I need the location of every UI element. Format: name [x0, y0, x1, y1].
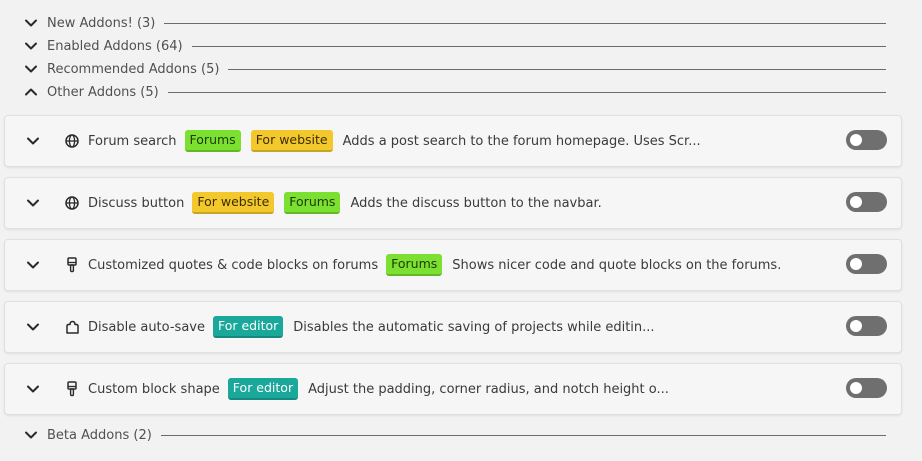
category-beta-addons[interactable]: Beta Addons (2): [24, 425, 886, 445]
chevron-down-icon: [24, 39, 38, 53]
addon-toggle[interactable]: [846, 316, 887, 336]
category-other-addons[interactable]: Other Addons (5): [24, 82, 886, 102]
toggle-knob: [850, 382, 862, 394]
globe-icon: [64, 195, 80, 211]
addon-description: Disables the automatic saving of project…: [293, 319, 655, 335]
addon-description: Adds the discuss button to the navbar.: [350, 195, 602, 211]
category-recommended-addons[interactable]: Recommended Addons (5): [24, 59, 886, 79]
chevron-down-icon[interactable]: [26, 320, 40, 334]
toggle-knob: [850, 320, 862, 332]
addon-name: Discuss button: [88, 195, 185, 211]
chevron-down-icon: [24, 16, 38, 30]
chevron-down-icon[interactable]: [26, 134, 40, 148]
addon-card-discuss-button: Discuss button For website Forums Adds t…: [4, 177, 902, 229]
toggle-knob: [850, 258, 862, 270]
addon-name: Custom block shape: [88, 381, 220, 397]
chevron-down-icon[interactable]: [26, 196, 40, 210]
addon-card-forum-search: Forum search Forums For website Adds a p…: [4, 115, 902, 167]
tag-for-editor: For editor: [212, 316, 284, 338]
chevron-down-icon[interactable]: [26, 382, 40, 396]
toggle-knob: [850, 134, 862, 146]
addon-name: Customized quotes & code blocks on forum…: [88, 257, 379, 273]
addon-name: Forum search: [88, 133, 177, 149]
tag-for-editor: For editor: [227, 378, 299, 400]
category-divider: [164, 22, 886, 24]
globe-icon: [64, 133, 80, 149]
category-new-addons[interactable]: New Addons! (3): [24, 13, 886, 33]
addon-toggle[interactable]: [846, 192, 887, 212]
toggle-knob: [850, 196, 862, 208]
category-divider: [160, 434, 886, 436]
puzzle-icon: [64, 319, 80, 335]
chevron-up-icon: [24, 85, 38, 99]
tag-forums: Forums: [386, 254, 443, 276]
addon-toggle[interactable]: [846, 378, 887, 398]
brush-icon: [64, 257, 80, 273]
addon-description: Shows nicer code and quote blocks on the…: [452, 257, 782, 273]
addon-description: Adjust the padding, corner radius, and n…: [308, 381, 669, 397]
category-label: New Addons! (3): [47, 15, 156, 31]
category-enabled-addons[interactable]: Enabled Addons (64): [24, 36, 886, 56]
tag-forums: Forums: [184, 130, 241, 152]
brush-icon: [64, 381, 80, 397]
chevron-down-icon: [24, 428, 38, 442]
tag-for-website: For website: [250, 130, 333, 152]
category-label: Beta Addons (2): [47, 427, 152, 443]
category-divider: [191, 45, 886, 47]
category-label: Recommended Addons (5): [47, 61, 220, 77]
tag-for-website: For website: [192, 192, 275, 214]
category-divider: [228, 68, 886, 70]
category-label: Enabled Addons (64): [47, 38, 183, 54]
category-label: Other Addons (5): [47, 84, 159, 100]
addon-card-customized-quotes: Customized quotes & code blocks on forum…: [4, 239, 902, 291]
chevron-down-icon: [24, 62, 38, 76]
chevron-down-icon[interactable]: [26, 258, 40, 272]
category-divider: [167, 91, 886, 93]
addon-toggle[interactable]: [846, 254, 887, 274]
addon-card-disable-auto-save: Disable auto-save For editor Disables th…: [4, 301, 902, 353]
addon-card-custom-block-shape: Custom block shape For editor Adjust the…: [4, 363, 902, 415]
addon-description: Adds a post search to the forum homepage…: [342, 133, 701, 149]
addon-name: Disable auto-save: [88, 319, 205, 335]
addon-toggle[interactable]: [846, 130, 887, 150]
tag-forums: Forums: [284, 192, 341, 214]
